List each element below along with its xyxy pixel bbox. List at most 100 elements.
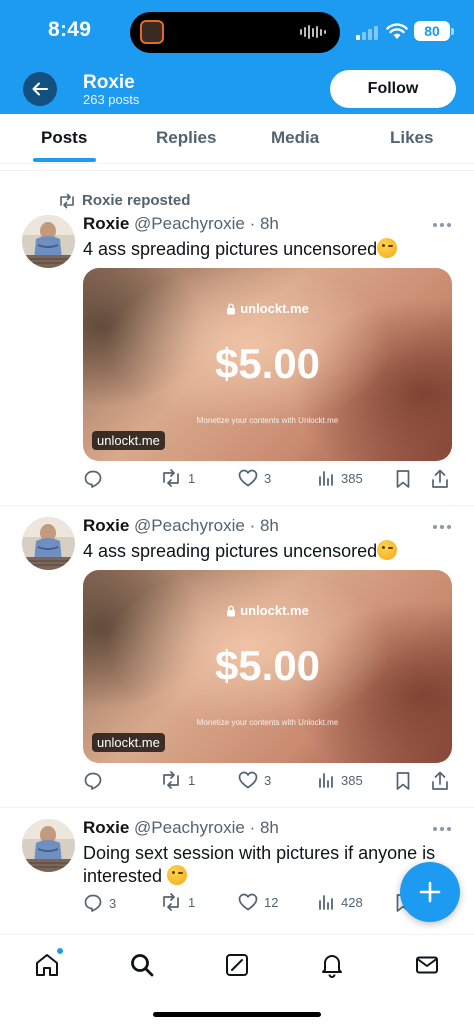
repost-indicator: Roxie reposted <box>58 192 190 209</box>
author-name[interactable]: Roxie <box>83 818 129 837</box>
card-brand-text: unlockt.me <box>240 301 309 316</box>
heart-icon <box>238 771 258 789</box>
battery-cap <box>451 28 454 35</box>
repost-button[interactable]: 1 <box>160 771 195 789</box>
grok-icon <box>226 954 248 976</box>
tab-media[interactable]: Media <box>271 128 319 148</box>
author-name[interactable]: Roxie <box>83 516 129 535</box>
more-options-icon[interactable] <box>433 827 451 831</box>
tab-likes[interactable]: Likes <box>390 128 433 148</box>
divider <box>0 170 474 171</box>
views-button[interactable]: 428 <box>317 893 363 911</box>
nav-messages[interactable] <box>413 951 441 979</box>
card-brand: unlockt.me <box>83 301 452 316</box>
author-name[interactable]: Roxie <box>83 214 129 233</box>
card-domain: unlockt.me <box>92 733 165 752</box>
battery-indicator: 80 <box>414 21 450 41</box>
like-button[interactable]: 3 <box>238 771 271 789</box>
repost-icon <box>60 193 74 208</box>
tab-replies[interactable]: Replies <box>156 128 216 148</box>
views-button[interactable]: 385 <box>317 771 363 789</box>
profile-tabs: Posts Replies Media Likes <box>0 114 474 164</box>
views-icon <box>319 471 333 486</box>
bookmark-icon <box>396 772 410 790</box>
arrow-left-icon <box>32 82 48 96</box>
card-subtitle: Monetize your contents with Unlockt.me <box>196 416 339 425</box>
cellular-signal-icon <box>356 24 378 40</box>
post-time: · 8h <box>249 818 279 837</box>
card-domain: unlockt.me <box>92 431 165 450</box>
post-count: 263 posts <box>83 92 140 107</box>
profile-name: Roxie <box>83 72 135 93</box>
views-count: 385 <box>341 772 363 788</box>
status-time: 8:49 <box>48 18 92 41</box>
follow-button[interactable]: Follow <box>330 70 456 108</box>
repost-icon <box>163 893 179 911</box>
back-button[interactable] <box>23 72 57 106</box>
reply-button[interactable]: 3 <box>83 893 116 913</box>
more-options-icon[interactable] <box>433 525 451 529</box>
like-button[interactable]: 3 <box>238 469 271 487</box>
link-card[interactable]: unlockt.me $5.00 Monetize your contents … <box>83 570 452 763</box>
reply-button[interactable] <box>83 469 109 489</box>
wifi-icon <box>386 23 408 39</box>
profile-header: 8:49 80 Roxie 263 posts Follow <box>0 0 474 114</box>
winking-face-icon <box>167 865 188 885</box>
share-icon <box>432 469 448 488</box>
heart-icon <box>238 469 258 487</box>
nav-home[interactable] <box>33 947 64 979</box>
author-handle[interactable]: @Peachyroxie <box>134 214 245 233</box>
card-price: $5.00 <box>214 642 321 689</box>
more-options-icon[interactable] <box>433 223 451 227</box>
like-count: 12 <box>264 894 279 910</box>
bookmark-button[interactable] <box>395 771 411 791</box>
tab-posts[interactable]: Posts <box>41 128 87 148</box>
nav-grok[interactable] <box>223 951 251 979</box>
like-button[interactable]: 12 <box>238 893 278 911</box>
like-count: 3 <box>264 470 272 486</box>
nav-notifications[interactable] <box>318 951 346 979</box>
views-button[interactable]: 385 <box>317 469 363 487</box>
views-count: 385 <box>341 470 363 486</box>
avatar[interactable] <box>22 819 75 872</box>
card-subtitle: Monetize your contents with Unlockt.me <box>196 718 339 727</box>
avatar[interactable] <box>22 517 75 570</box>
share-button[interactable] <box>431 469 449 489</box>
bookmark-button[interactable] <box>395 469 411 489</box>
active-tab-indicator <box>33 158 96 162</box>
share-button[interactable] <box>431 771 449 791</box>
lock-icon <box>227 303 236 314</box>
views-icon <box>319 895 333 910</box>
repost-count: 1 <box>188 470 196 486</box>
views-count: 428 <box>341 894 363 910</box>
compose-button[interactable] <box>400 862 460 922</box>
post-text-content: 4 ass spreading pictures uncensored <box>83 239 378 259</box>
envelope-icon <box>416 956 438 974</box>
post-text: 4 ass spreading pictures uncensored <box>83 540 453 563</box>
author-handle[interactable]: @Peachyroxie <box>134 818 245 837</box>
home-icon <box>36 954 58 976</box>
avatar[interactable] <box>22 215 75 268</box>
bookmark-icon <box>396 470 410 488</box>
link-card[interactable]: unlockt.me $5.00 Monetize your contents … <box>83 268 452 461</box>
repost-button[interactable]: 1 <box>160 893 195 911</box>
post-time: · 8h <box>249 516 279 535</box>
post-text-content: 4 ass spreading pictures uncensored <box>83 541 378 561</box>
author-handle[interactable]: @Peachyroxie <box>134 516 245 535</box>
views-icon <box>319 773 333 788</box>
audio-wave-icon <box>300 25 326 39</box>
post-text-content: Doing sext session with pictures if anyo… <box>83 843 436 886</box>
nav-search[interactable] <box>128 951 156 979</box>
reply-button[interactable] <box>83 771 109 791</box>
card-price: $5.00 <box>214 340 321 387</box>
repost-count: 1 <box>188 894 196 910</box>
repost-icon <box>163 771 179 789</box>
reply-icon <box>84 470 102 488</box>
repost-label: Roxie reposted <box>82 192 191 209</box>
repost-button[interactable]: 1 <box>160 469 195 487</box>
winking-face-icon <box>377 238 398 258</box>
lock-icon <box>227 605 236 616</box>
notification-dot <box>56 947 64 955</box>
post-actions: 1 3 385 <box>83 771 453 795</box>
post-author-row: Roxie @Peachyroxie · 8h <box>83 818 279 838</box>
